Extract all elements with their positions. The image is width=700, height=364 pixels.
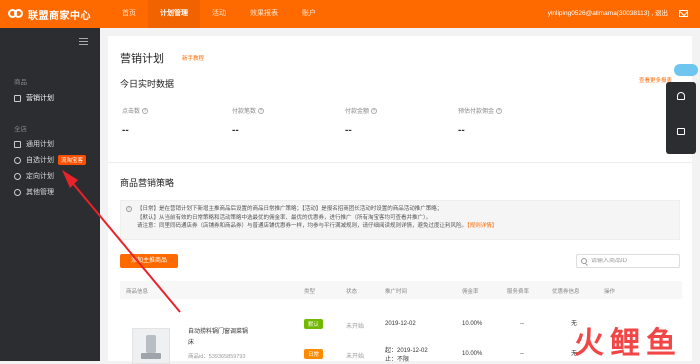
column-header: 优惠券信息	[552, 289, 580, 295]
stat-commission: 预估付款佣金? --	[458, 106, 503, 136]
help-icon[interactable]: ?	[142, 107, 149, 114]
column-header: 服务费率	[507, 289, 530, 295]
floating-toolbar	[666, 82, 696, 154]
product-id: 商品id：539365859793	[188, 354, 246, 360]
stat-value: --	[232, 125, 239, 136]
sidebar: 商品 营销计划 全店 通用计划 自选计划 流淘宝客 定向计划 其他管理	[0, 28, 100, 361]
promo-time-start: 起：2019-12-02	[385, 348, 428, 354]
settings-icon	[14, 188, 21, 196]
document-icon	[14, 140, 21, 148]
brand-name: 联盟商家中心	[28, 10, 91, 22]
nav-reports[interactable]: 效果报表	[238, 0, 290, 28]
nav-activity[interactable]: 活动	[200, 0, 238, 28]
bag-icon	[14, 94, 21, 102]
type-badge: 默认	[304, 319, 324, 329]
sidebar-item-label: 其他管理	[26, 189, 54, 196]
sidebar-item-label: 通用计划	[26, 141, 54, 148]
nav-home[interactable]: 首页	[110, 0, 148, 28]
custom-plan-tag: 流淘宝客	[58, 155, 87, 165]
product-name[interactable]: 自动捞料锅门窗调菜锅	[188, 326, 248, 335]
notice-line: 【日常】是在营销计划下新增主推商品后设置的商品日常推广策略；【活动】是报名招商团…	[137, 206, 443, 212]
sidebar-group-product: 商品	[14, 79, 27, 86]
help-icon[interactable]: ?	[258, 107, 265, 114]
help-icon[interactable]: ?	[496, 107, 503, 114]
service-fee: --	[520, 321, 524, 327]
section-divider	[108, 162, 692, 163]
column-header: 操作	[604, 289, 616, 295]
commission-rate: 10.00%	[462, 351, 483, 357]
stat-label: 付款金额	[345, 109, 370, 115]
sidebar-item-label: 营销计划	[26, 95, 54, 102]
cloud-icon[interactable]	[674, 64, 698, 76]
logo[interactable]: 联盟商家中心	[0, 7, 110, 22]
stat-value: --	[122, 125, 129, 136]
watermark-text: 火鲤鱼	[574, 327, 682, 360]
status-text: 未开始	[346, 354, 365, 360]
stat-label: 付款笔数	[232, 109, 257, 115]
sidebar-item-custom-plan[interactable]: 自选计划 流淘宝客	[0, 152, 100, 168]
share-icon	[14, 156, 21, 164]
strategy-notice: ! 【日常】是在营销计划下新增主推商品后设置的商品日常推广策略；【活动】是报名招…	[120, 200, 680, 240]
sidebar-item-label: 自选计划	[26, 157, 54, 164]
sidebar-item-general-plan[interactable]: 通用计划	[0, 136, 100, 152]
menu-toggle-icon[interactable]	[79, 38, 88, 45]
top-bar: 联盟商家中心 首页 计划管理 活动 效果报表 账户 yinliping0526@…	[0, 0, 700, 28]
info-icon: !	[126, 206, 132, 212]
product-name-cont[interactable]: 床	[188, 337, 194, 346]
stat-value: --	[345, 125, 352, 136]
sidebar-item-marketing-plan[interactable]: 营销计划	[0, 90, 100, 106]
stat-clicks: 点击数? --	[122, 106, 149, 136]
account-info[interactable]: yinliping0526@alimama(30038113) , 退出	[548, 0, 668, 28]
realtime-data-title: 今日实时数据	[120, 79, 175, 89]
page-title: 营销计划	[120, 53, 164, 65]
sidebar-item-other-management[interactable]: 其他管理	[0, 184, 100, 200]
search-icon	[581, 258, 587, 264]
main-content: 营销计划 新手教程 今日实时数据 查看更多报表 点击数? -- 付款笔数? --…	[100, 28, 700, 364]
tutorial-link[interactable]: 新手教程	[182, 54, 204, 62]
column-header: 推广时间	[385, 289, 408, 295]
stat-label: 预估付款佣金	[458, 109, 495, 115]
status-text: 未开始	[346, 324, 365, 330]
commission-rate: 10.00%	[462, 321, 483, 327]
column-header: 商品信息	[126, 289, 149, 295]
notice-line: 【默认】从当前有效的日常策略和活动策略中选最优的佣金率、最优的优惠券，进行推广（…	[137, 214, 432, 221]
strategy-title: 商品营销策略	[120, 178, 175, 188]
nav-plan-management[interactable]: 计划管理	[148, 0, 200, 28]
table-header: 商品信息 类型 状态 推广时间 佣金率 服务费率 优惠券信息 操作	[120, 281, 682, 299]
help-icon[interactable]: ?	[371, 107, 378, 114]
bell-icon[interactable]	[677, 92, 685, 100]
stat-label: 点击数	[122, 109, 141, 115]
sidebar-item-targeted-plan[interactable]: 定向计划	[0, 168, 100, 184]
promo-time-end: 止：不限	[385, 357, 410, 363]
promo-time: 2019-12-02	[385, 321, 416, 327]
rule-details-link[interactable]: 【规则详情】	[467, 223, 497, 229]
product-image[interactable]	[132, 328, 170, 364]
content-panel: 营销计划 新手教程 今日实时数据 查看更多报表 点击数? -- 付款笔数? --…	[108, 36, 692, 364]
mail-icon[interactable]	[679, 10, 688, 17]
target-icon	[14, 172, 21, 180]
stat-orders: 付款笔数? --	[232, 106, 265, 136]
product-search	[576, 254, 680, 268]
stat-amount: 付款金额? --	[345, 106, 378, 136]
add-product-button[interactable]: 添加主推商品	[120, 254, 178, 268]
top-nav: 首页 计划管理 活动 效果报表 账户	[110, 0, 328, 28]
column-header: 状态	[346, 289, 358, 295]
stat-value: --	[458, 125, 465, 136]
service-fee: --	[520, 351, 524, 357]
message-icon[interactable]	[677, 128, 685, 135]
alliance-logo-icon	[8, 8, 24, 20]
sidebar-item-label: 定向计划	[26, 173, 54, 180]
sidebar-group-store: 全店	[14, 126, 27, 133]
notice-line: 请注意：同里同码通店券（店铺券和商品券）与普通店铺优惠券一样，均参与平行满减规则…	[137, 223, 468, 229]
type-badge: 日常	[304, 349, 324, 359]
search-input[interactable]	[591, 258, 676, 264]
column-header: 类型	[304, 289, 316, 295]
nav-account[interactable]: 账户	[290, 0, 328, 28]
column-header: 佣金率	[462, 289, 479, 295]
